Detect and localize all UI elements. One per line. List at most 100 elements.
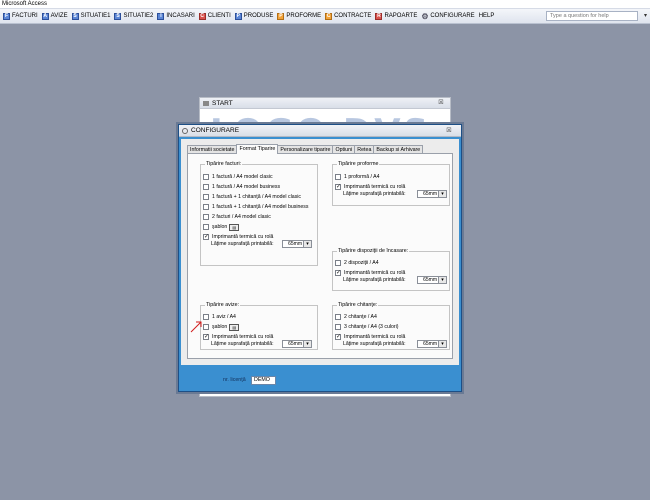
licence-value: DEMO (254, 377, 270, 383)
menu-label: PRODUSE (243, 13, 274, 19)
option-row[interactable]: 1 factură / A4 model clasic (203, 173, 273, 181)
avize-group: Tipărire avize: 1 aviz / A4 şablon ▤ ✓ Imp… (200, 302, 318, 350)
checkbox[interactable] (203, 214, 209, 220)
menu-item-situatie1[interactable]: S SITUATIE1 (71, 10, 112, 23)
option-row[interactable]: şablon ▤ (203, 323, 240, 331)
clients-icon: C (198, 12, 206, 20)
menu-item-facturi[interactable]: F FACTURI (2, 10, 39, 23)
checkbox[interactable] (203, 194, 209, 200)
document-icon: F (3, 12, 10, 20)
checkbox[interactable] (335, 324, 341, 330)
menu-label: INCASARI (166, 13, 195, 19)
contract-icon: C (325, 12, 333, 20)
window-icon (182, 128, 188, 134)
menu-item-rapoarte[interactable]: R RAPOARTE (374, 10, 418, 23)
group-label: Tipărire facturi: (205, 161, 243, 168)
chevron-down-icon[interactable]: ▾ (303, 241, 311, 247)
menu-item-situatie2[interactable]: S SITUATIE2 (113, 10, 154, 23)
close-icon[interactable]: ☒ (436, 99, 446, 107)
option-row[interactable]: 1 factură + 1 chitanţă / A4 model busine… (203, 203, 308, 211)
width-select[interactable]: 65mm ▾ (282, 240, 312, 248)
option-row[interactable]: 1 proformă / A4 (335, 173, 379, 181)
option-row[interactable]: 2 facturi / A4 model clasic (203, 213, 271, 221)
chitante-group: Tipărire chitanţe: 2 chitanţe / A4 3 chi… (332, 302, 450, 350)
checkbox[interactable] (203, 174, 209, 180)
proforme-group: Tipărire proforme 1 proformă / A4 ✓ Impri… (332, 161, 450, 206)
report-icon: I (157, 12, 165, 20)
menu-label: CONFIGURARE (430, 13, 475, 19)
menu-label: PROFORME (286, 13, 322, 19)
width-value: 65mm (423, 277, 437, 283)
checkbox[interactable]: ✓ (203, 234, 209, 240)
width-label: Lăţime suprafaţă printabilă: (343, 191, 406, 197)
width-label: Lăţime suprafaţă printabilă: (211, 341, 274, 347)
option-label: şablon (212, 324, 228, 330)
width-select[interactable]: 65mm ▾ (417, 190, 447, 198)
menu-label: CONTRACTE (334, 13, 372, 19)
chevron-down-icon[interactable]: ▾ (438, 277, 446, 283)
document-icon: A (41, 12, 49, 20)
template-icon[interactable]: ▤ (229, 223, 240, 231)
facturi-group: Tipărire facturi: 1 factură / A4 model c… (200, 161, 318, 266)
menu-label: HELP (478, 13, 495, 19)
checkbox[interactable] (203, 184, 209, 190)
chevron-down-icon[interactable]: ▾ (438, 341, 446, 347)
dialog-title: CONFIGURARE (191, 127, 240, 134)
menu-item-help[interactable]: HELP (478, 10, 496, 23)
menu-item-clienti[interactable]: C CLIENTI (198, 10, 232, 23)
checkbox[interactable]: ✓ (335, 334, 341, 340)
checkbox[interactable] (335, 260, 341, 266)
chevron-down-icon[interactable]: ▾ (644, 12, 647, 20)
option-label: 1 factură / A4 model clasic (212, 174, 273, 180)
format-tiparire-panel: Tipărire facturi: 1 factură / A4 model c… (187, 153, 453, 359)
menu-item-configurare[interactable]: ⚙ CONFIGURARE (420, 10, 475, 23)
option-label: 2 dispoziţii / A4 (344, 260, 379, 266)
menu-label: RAPOARTE (384, 13, 418, 19)
option-label: 2 facturi / A4 model clasic (212, 214, 271, 220)
app-titlebar: Microsoft Access (0, 0, 650, 9)
width-select[interactable]: 65mm ▾ (417, 340, 447, 348)
start-window-titlebar: START ☒ (200, 98, 450, 109)
width-select[interactable]: 65mm ▾ (282, 340, 312, 348)
checkbox[interactable] (203, 224, 209, 230)
close-icon[interactable]: ☒ (442, 126, 456, 136)
checkbox[interactable]: ✓ (335, 270, 341, 276)
width-select[interactable]: 65mm ▾ (417, 276, 447, 284)
option-row[interactable]: 3 chitanţe / A4 (3 culori) (335, 323, 399, 331)
menu-item-contracte[interactable]: C CONTRACTE (324, 10, 372, 23)
tab-format-tiparire[interactable]: Format Tiparire (236, 144, 279, 154)
help-search-input[interactable]: Type a question for help ▾ (546, 11, 647, 21)
option-row[interactable]: 1 factură / A4 model business (203, 183, 280, 191)
option-row[interactable]: 2 chitanţe / A4 (335, 313, 377, 321)
menu-item-incasari[interactable]: I INCASARI (156, 10, 195, 23)
checkbox[interactable]: ✓ (335, 184, 341, 190)
menu-label: SITUATIE1 (80, 13, 111, 19)
licence-field[interactable]: DEMO (251, 376, 276, 385)
width-value: 65mm (423, 341, 437, 347)
menu-item-avize[interactable]: A AVIZE (41, 10, 69, 23)
checkbox[interactable]: ✓ (203, 334, 209, 340)
menu-item-proforme[interactable]: P PROFORME (276, 10, 322, 23)
option-row[interactable]: 2 dispoziţii / A4 (335, 259, 379, 267)
menu-label: CLIENTI (207, 13, 231, 19)
dispozitii-group: Tipărire dispoziţii de încasare: 2 dispo… (332, 248, 450, 291)
group-label: Tipărire chitanţe: (337, 302, 379, 309)
chevron-down-icon[interactable]: ▾ (438, 191, 446, 197)
checkbox[interactable] (335, 314, 341, 320)
menu-item-produse[interactable]: P PRODUSE (234, 10, 275, 23)
width-value: 65mm (288, 341, 302, 347)
template-icon[interactable]: ▤ (229, 323, 240, 331)
option-row[interactable]: şablon ▤ (203, 223, 240, 231)
checkbox[interactable] (203, 204, 209, 210)
option-label: 1 factură / A4 model business (212, 184, 281, 190)
checkbox[interactable] (335, 174, 341, 180)
chevron-down-icon[interactable]: ▾ (303, 341, 311, 347)
licence-label: nr. licenţă (223, 377, 246, 383)
group-label: Tipărire proforme (337, 161, 380, 168)
report-icon: S (114, 12, 122, 20)
option-row[interactable]: 1 aviz / A4 (203, 313, 236, 321)
configurare-dialog: CONFIGURARE ☒ Informatii societate Forma… (178, 124, 462, 392)
products-icon: P (234, 12, 242, 20)
option-row[interactable]: 1 factură + 1 chitanţă / A4 model clasic (203, 193, 301, 201)
width-label: Lăţime suprafaţă printabilă: (343, 277, 406, 283)
